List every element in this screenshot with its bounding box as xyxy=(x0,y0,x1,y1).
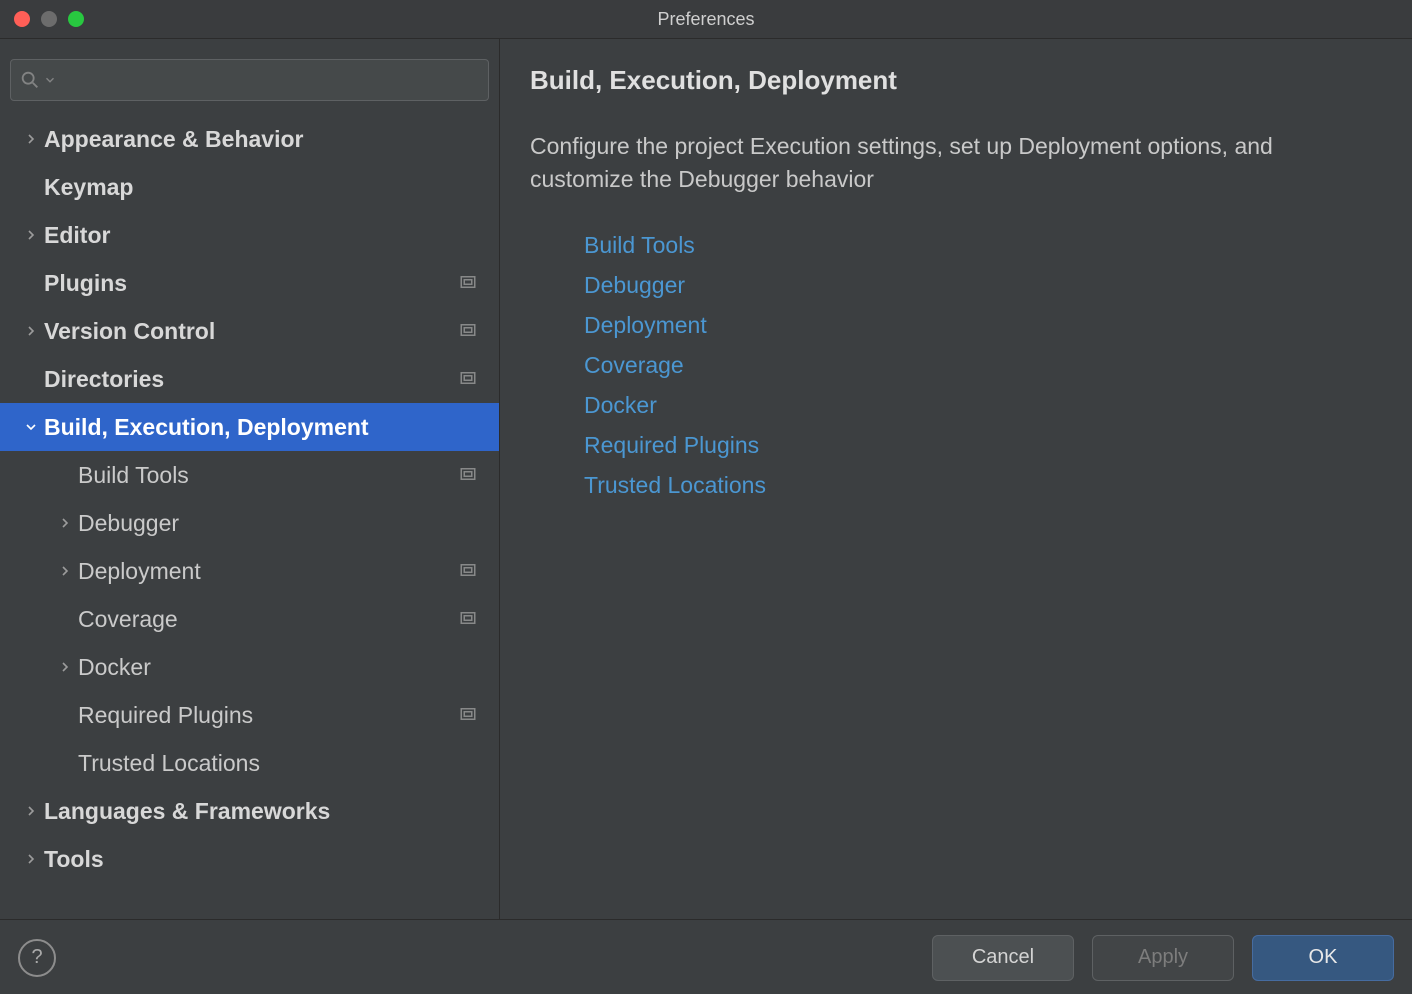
project-scope-icon xyxy=(459,270,477,297)
sidebar-item-editor[interactable]: Editor xyxy=(0,211,499,259)
link-required-plugins[interactable]: Required Plugins xyxy=(584,425,1382,465)
sidebar-item-appearance[interactable]: Appearance & Behavior xyxy=(0,115,499,163)
sidebar-label: Deployment xyxy=(78,558,459,585)
link-deployment[interactable]: Deployment xyxy=(584,305,1382,345)
sidebar-item-keymap[interactable]: Keymap xyxy=(0,163,499,211)
sidebar-item-plugins[interactable]: Plugins xyxy=(0,259,499,307)
sidebar-label: Keymap xyxy=(44,174,499,201)
chevron-right-icon xyxy=(23,851,39,867)
sidebar-item-version-control[interactable]: Version Control xyxy=(0,307,499,355)
sidebar-item-debugger[interactable]: Debugger xyxy=(0,499,499,547)
settings-content: Build, Execution, Deployment Configure t… xyxy=(500,39,1412,919)
link-debugger[interactable]: Debugger xyxy=(584,265,1382,305)
sidebar-label: Coverage xyxy=(78,606,459,633)
chevron-right-icon xyxy=(23,131,39,147)
sidebar-item-required-plugins[interactable]: Required Plugins xyxy=(0,691,499,739)
sidebar-label: Required Plugins xyxy=(78,702,459,729)
project-scope-icon xyxy=(459,318,477,345)
titlebar: Preferences xyxy=(0,0,1412,39)
subpage-links: Build Tools Debugger Deployment Coverage… xyxy=(584,225,1382,505)
sidebar-label: Trusted Locations xyxy=(78,750,499,777)
sidebar-label: Build, Execution, Deployment xyxy=(44,414,499,441)
fullscreen-window-button[interactable] xyxy=(68,11,84,27)
chevron-down-icon xyxy=(23,419,39,435)
sidebar-item-build-tools[interactable]: Build Tools xyxy=(0,451,499,499)
help-button[interactable]: ? xyxy=(18,939,56,977)
dialog-footer: ? Cancel Apply OK xyxy=(0,919,1412,994)
sidebar-item-languages-frameworks[interactable]: Languages & Frameworks xyxy=(0,787,499,835)
page-title: Build, Execution, Deployment xyxy=(530,65,1382,96)
chevron-right-icon xyxy=(57,563,73,579)
project-scope-icon xyxy=(459,462,477,489)
settings-tree: Appearance & Behavior Keymap Editor Plug… xyxy=(0,115,499,883)
link-coverage[interactable]: Coverage xyxy=(584,345,1382,385)
ok-label: OK xyxy=(1309,946,1338,969)
search-icon xyxy=(19,69,41,91)
link-trusted-locations[interactable]: Trusted Locations xyxy=(584,465,1382,505)
apply-label: Apply xyxy=(1138,946,1188,969)
sidebar-item-deployment[interactable]: Deployment xyxy=(0,547,499,595)
sidebar-label: Directories xyxy=(44,366,459,393)
link-docker[interactable]: Docker xyxy=(584,385,1382,425)
cancel-button[interactable]: Cancel xyxy=(932,935,1074,981)
sidebar-label: Debugger xyxy=(78,510,499,537)
link-build-tools[interactable]: Build Tools xyxy=(584,225,1382,265)
cancel-label: Cancel xyxy=(972,946,1034,969)
sidebar-label: Docker xyxy=(78,654,499,681)
sidebar-label: Build Tools xyxy=(78,462,459,489)
sidebar-item-build-execution-deployment[interactable]: Build, Execution, Deployment xyxy=(0,403,499,451)
project-scope-icon xyxy=(459,702,477,729)
sidebar-item-docker[interactable]: Docker xyxy=(0,643,499,691)
ok-button[interactable]: OK xyxy=(1252,935,1394,981)
project-scope-icon xyxy=(459,366,477,393)
minimize-window-button[interactable] xyxy=(41,11,57,27)
sidebar-item-coverage[interactable]: Coverage xyxy=(0,595,499,643)
sidebar-label: Editor xyxy=(44,222,499,249)
page-description: Configure the project Execution settings… xyxy=(530,130,1382,197)
sidebar-label: Tools xyxy=(44,846,499,873)
chevron-right-icon xyxy=(57,515,73,531)
chevron-right-icon xyxy=(23,803,39,819)
chevron-down-icon xyxy=(43,73,57,87)
sidebar-item-directories[interactable]: Directories xyxy=(0,355,499,403)
sidebar-item-tools[interactable]: Tools xyxy=(0,835,499,883)
window-title: Preferences xyxy=(0,9,1412,30)
search-input[interactable] xyxy=(10,59,489,101)
settings-sidebar: Appearance & Behavior Keymap Editor Plug… xyxy=(0,39,500,919)
sidebar-label: Plugins xyxy=(44,270,459,297)
chevron-right-icon xyxy=(57,659,73,675)
window-controls xyxy=(14,11,84,27)
project-scope-icon xyxy=(459,558,477,585)
apply-button[interactable]: Apply xyxy=(1092,935,1234,981)
sidebar-label: Languages & Frameworks xyxy=(44,798,499,825)
sidebar-label: Version Control xyxy=(44,318,459,345)
chevron-right-icon xyxy=(23,323,39,339)
sidebar-label: Appearance & Behavior xyxy=(44,126,499,153)
sidebar-item-trusted-locations[interactable]: Trusted Locations xyxy=(0,739,499,787)
chevron-right-icon xyxy=(23,227,39,243)
project-scope-icon xyxy=(459,606,477,633)
close-window-button[interactable] xyxy=(14,11,30,27)
help-icon: ? xyxy=(31,946,42,969)
